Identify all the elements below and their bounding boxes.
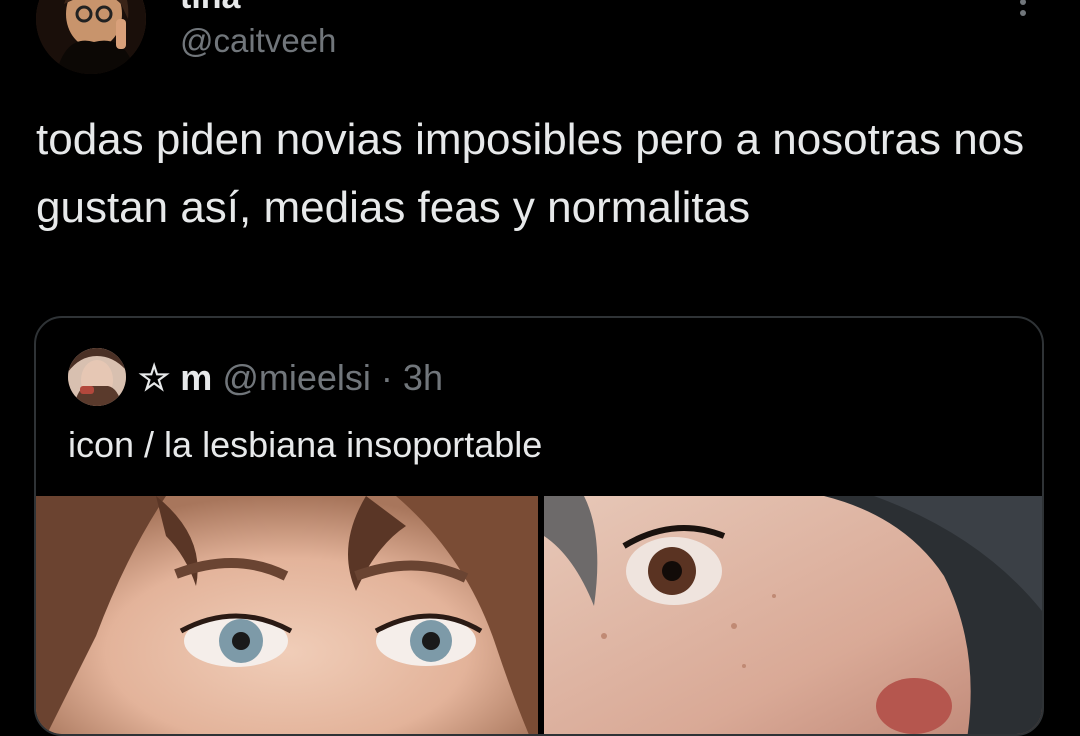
quoted-tweet-card[interactable]: ☆ m @mieelsi · 3h icon / la lesbiana ins…: [34, 316, 1044, 736]
quoted-tweet-header: ☆ m @mieelsi · 3h: [138, 356, 443, 400]
tweet-text: todas piden novias imposibles pero a nos…: [36, 115, 1025, 232]
header-separator: ·: [380, 357, 393, 398]
author-handle[interactable]: @caitveeh: [180, 22, 336, 60]
quoted-tweet-time[interactable]: 3h: [403, 357, 443, 398]
quoted-tweet-text: icon / la lesbiana insoportable: [68, 424, 543, 465]
quoted-media-right[interactable]: [544, 496, 1042, 734]
author-display-name[interactable]: tina: [180, 0, 240, 17]
more-vertical-icon[interactable]: [1008, 0, 1038, 30]
quoted-author-avatar[interactable]: [68, 348, 126, 406]
quoted-author-handle[interactable]: @mieelsi: [222, 357, 371, 398]
tweet-author-header: tina @caitveeh: [0, 0, 1080, 90]
quoted-media-left[interactable]: [36, 496, 538, 734]
author-avatar[interactable]: [36, 0, 146, 74]
quoted-author-display-name[interactable]: ☆ m: [138, 357, 212, 398]
